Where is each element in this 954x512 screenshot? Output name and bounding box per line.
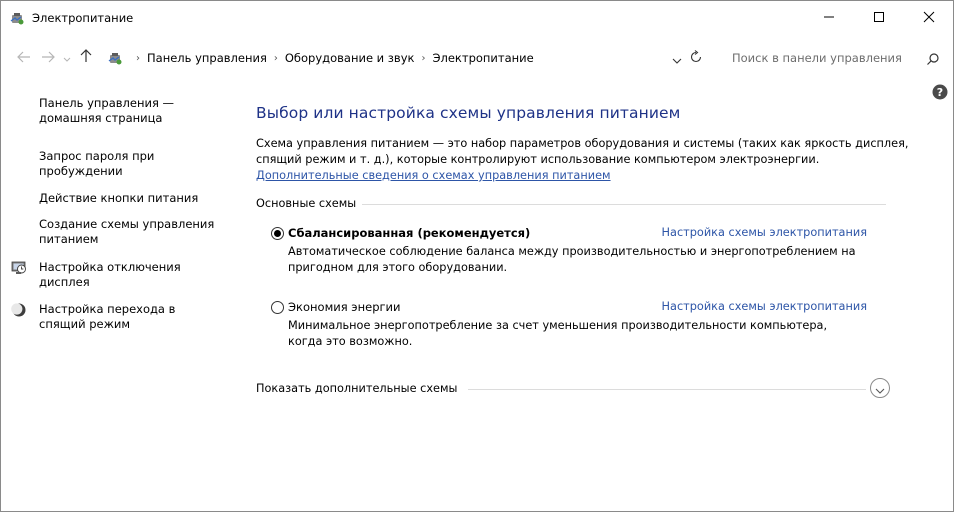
close-button[interactable] bbox=[906, 1, 952, 33]
power-plan-balanced: Сбалансированная (рекомендуется) Настрой… bbox=[271, 226, 871, 276]
breadcrumb: › Панель управления › Оборудование и зву… bbox=[129, 51, 534, 65]
address-bar[interactable]: › Панель управления › Оборудование и зву… bbox=[101, 46, 713, 70]
sidebar-item-display-off-settings[interactable]: Настройка отключения дисплея bbox=[39, 260, 224, 290]
minimize-icon bbox=[823, 8, 835, 27]
expand-more-plans-button[interactable] bbox=[870, 378, 890, 398]
svg-text:?: ? bbox=[937, 86, 943, 99]
breadcrumb-separator-icon[interactable]: › bbox=[421, 53, 425, 64]
forward-button[interactable] bbox=[39, 48, 57, 66]
window-title: Электропитание bbox=[32, 11, 134, 25]
breadcrumb-separator-icon[interactable]: › bbox=[136, 53, 140, 64]
minimize-button[interactable] bbox=[806, 1, 852, 33]
help-icon[interactable]: ? bbox=[932, 84, 948, 100]
power-plan-power-saver: Экономия энергии Настройка схемы электро… bbox=[271, 300, 871, 350]
recent-locations-button[interactable] bbox=[58, 48, 76, 66]
search-placeholder: Поиск в панели управления bbox=[732, 51, 902, 65]
address-dropdown-button[interactable] bbox=[670, 50, 684, 66]
up-button[interactable] bbox=[77, 48, 95, 66]
sidebar-item-require-password[interactable]: Запрос пароля при пробуждении bbox=[39, 149, 224, 179]
refresh-button[interactable] bbox=[688, 49, 704, 68]
arrow-up-icon bbox=[80, 48, 92, 67]
plan-settings-link-balanced[interactable]: Настройка схемы электропитания bbox=[662, 226, 867, 239]
radio-balanced[interactable] bbox=[271, 227, 284, 240]
chevron-down-icon bbox=[63, 48, 71, 67]
control-panel-window: Электропитание › Панель управления › Обо… bbox=[0, 0, 954, 512]
arrow-right-icon bbox=[41, 48, 55, 67]
display-off-icon bbox=[11, 260, 27, 276]
page-title: Выбор или настройка схемы управления пит… bbox=[256, 104, 681, 122]
plan-description-power-saver: Минимальное энергопотребление за счет ум… bbox=[288, 319, 828, 348]
maximize-button[interactable] bbox=[856, 1, 902, 33]
breadcrumb-control-panel[interactable]: Панель управления bbox=[147, 51, 267, 65]
sidebar-item-sleep-settings[interactable]: Настройка перехода в спящий режим bbox=[39, 302, 224, 332]
arrow-left-icon bbox=[17, 48, 31, 67]
description-text: Схема управления питанием — это набор па… bbox=[256, 137, 909, 166]
radio-power-saver[interactable] bbox=[271, 301, 284, 314]
breadcrumb-power-options[interactable]: Электропитание bbox=[432, 51, 533, 65]
more-info-link[interactable]: Дополнительные сведения о схемах управле… bbox=[256, 169, 611, 182]
show-more-plans-label[interactable]: Показать дополнительные схемы bbox=[256, 382, 457, 395]
sidebar-item-create-power-plan[interactable]: Создание схемы управления питанием bbox=[39, 217, 224, 247]
chevron-down-icon bbox=[875, 379, 885, 398]
close-icon bbox=[923, 8, 935, 27]
refresh-icon bbox=[689, 49, 703, 68]
navigation-bar: › Панель управления › Оборудование и зву… bbox=[1, 43, 953, 73]
show-more-divider bbox=[468, 389, 866, 390]
plan-name-power-saver[interactable]: Экономия энергии bbox=[288, 300, 400, 314]
power-options-icon bbox=[107, 50, 123, 66]
search-icon[interactable] bbox=[926, 51, 940, 65]
search-input[interactable]: Поиск в панели управления bbox=[720, 46, 946, 70]
plan-description-balanced: Автоматическое соблюдение баланса между … bbox=[288, 245, 856, 274]
plan-settings-link-power-saver[interactable]: Настройка схемы электропитания bbox=[662, 300, 867, 313]
breadcrumb-separator-icon[interactable]: › bbox=[274, 53, 278, 64]
back-button[interactable] bbox=[15, 48, 33, 66]
chevron-down-icon bbox=[672, 49, 682, 68]
maximize-icon bbox=[873, 8, 885, 27]
sidebar-item-control-panel-home[interactable]: Панель управления — домашняя страница bbox=[39, 96, 224, 126]
breadcrumb-hardware-and-sound[interactable]: Оборудование и звук bbox=[285, 51, 415, 65]
sleep-moon-icon bbox=[11, 302, 27, 318]
power-options-icon bbox=[9, 10, 25, 26]
title-bar[interactable]: Электропитание bbox=[1, 1, 953, 35]
group-label-main-plans: Основные схемы bbox=[256, 197, 363, 210]
sidebar-item-power-button-action[interactable]: Действие кнопки питания bbox=[39, 191, 224, 206]
plan-name-balanced[interactable]: Сбалансированная (рекомендуется) bbox=[288, 226, 530, 240]
page-description: Схема управления питанием — это набор па… bbox=[256, 136, 926, 184]
